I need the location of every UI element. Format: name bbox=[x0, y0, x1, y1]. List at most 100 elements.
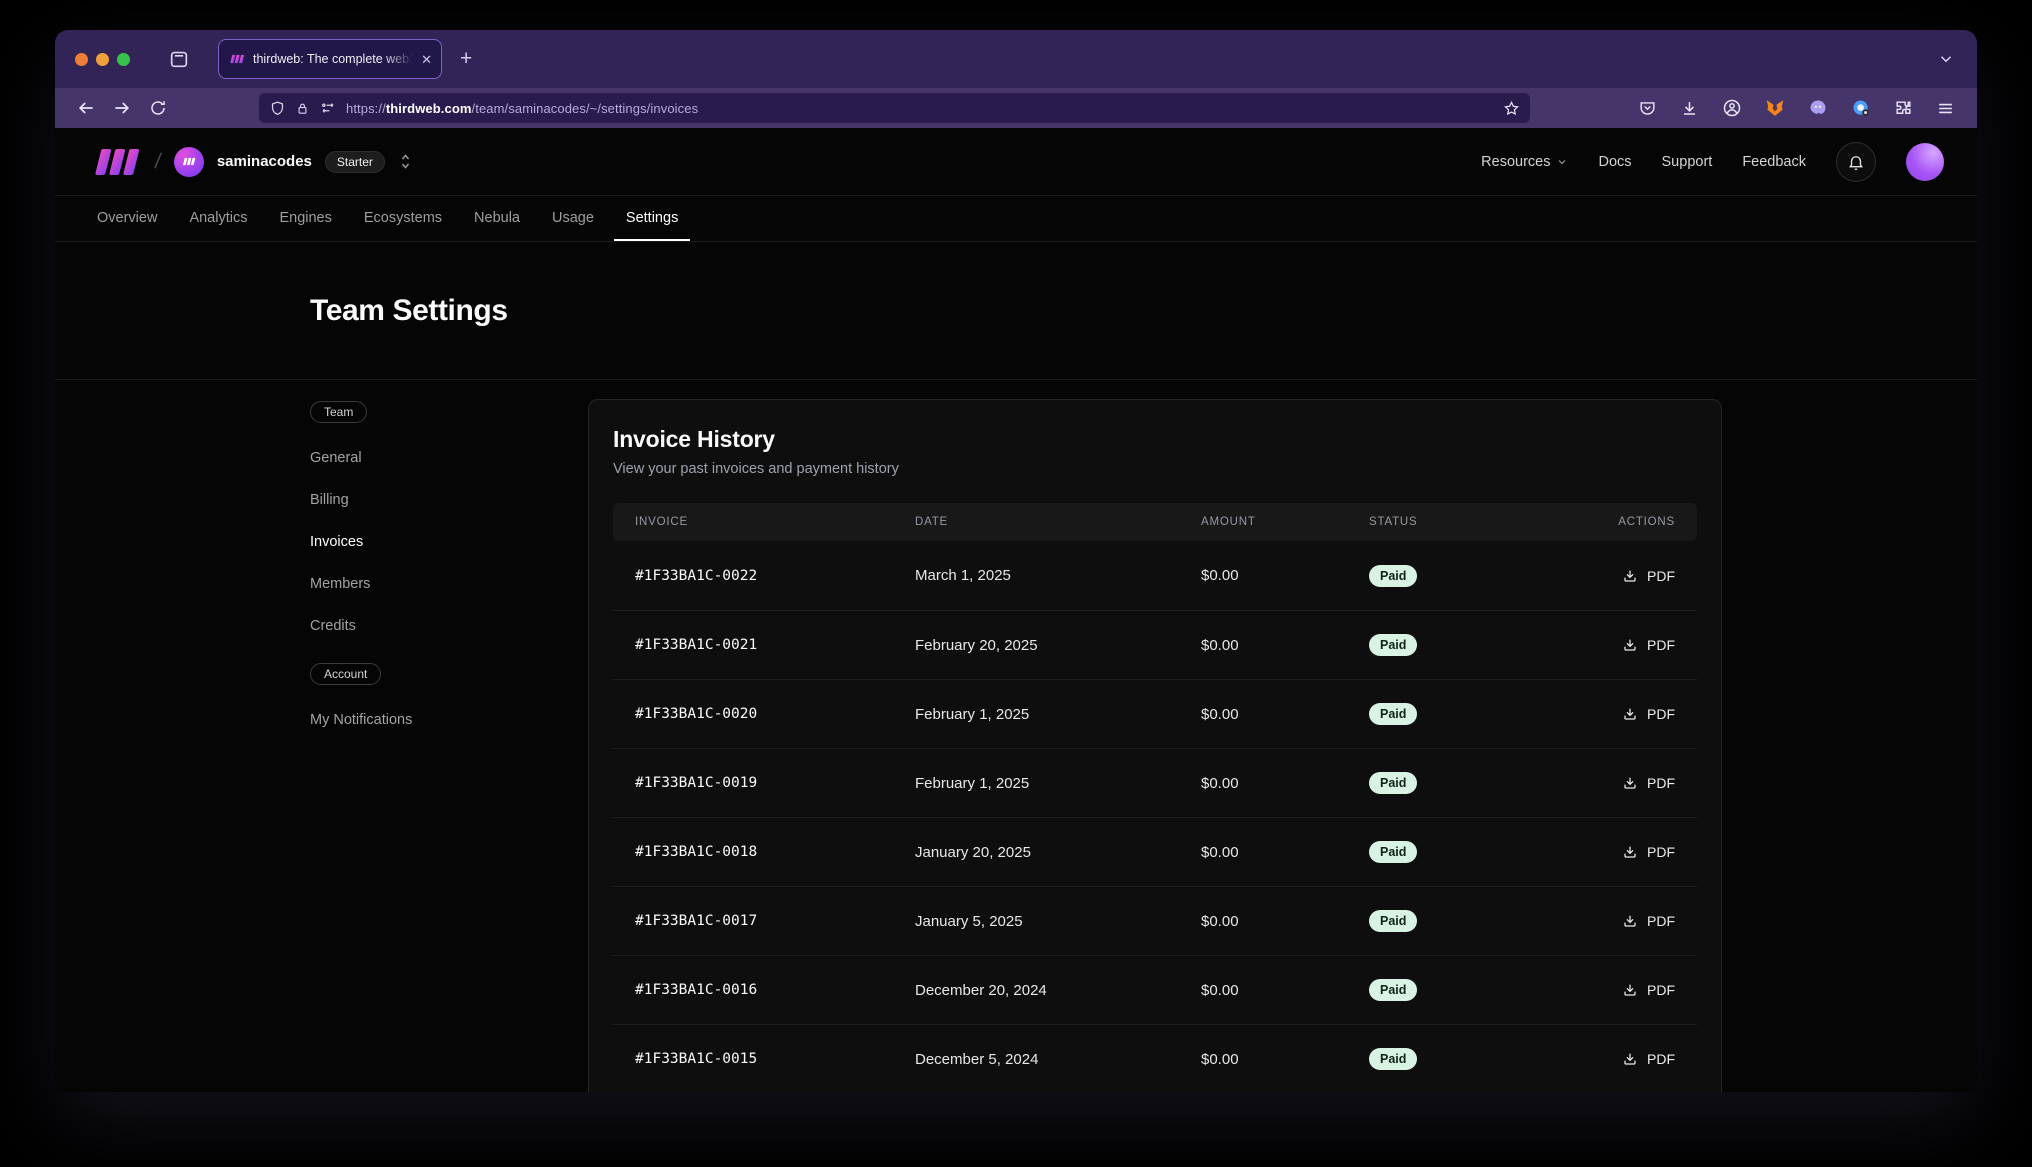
browser-extension-icons bbox=[1638, 98, 1961, 118]
permissions-icon[interactable] bbox=[319, 101, 337, 115]
team-nav-tabs: Overview Analytics Engines Ecosystems Ne… bbox=[55, 196, 1977, 242]
invoice-table-row: #1F33BA1C-0018 January 20, 2025 $0.00 Pa… bbox=[613, 817, 1697, 886]
invoice-number: #1F33BA1C-0021 bbox=[635, 637, 915, 653]
page-title: Team Settings bbox=[310, 294, 1722, 328]
invoice-status: Paid bbox=[1369, 634, 1555, 656]
invoice-status: Paid bbox=[1369, 841, 1555, 863]
team-avatar bbox=[174, 147, 204, 177]
invoice-amount: $0.00 bbox=[1201, 706, 1369, 723]
invoice-table-row: #1F33BA1C-0019 February 1, 2025 $0.00 Pa… bbox=[613, 748, 1697, 817]
sidebar-item-my-notifications[interactable]: My Notifications bbox=[310, 699, 588, 741]
tab-settings[interactable]: Settings bbox=[614, 196, 690, 241]
invoice-amount: $0.00 bbox=[1201, 775, 1369, 792]
col-invoice: INVOICE bbox=[635, 516, 915, 528]
firefox-view-icon[interactable] bbox=[168, 48, 190, 70]
invoice-table-body: #1F33BA1C-0022 March 1, 2025 $0.00 Paid … bbox=[613, 541, 1697, 1092]
invoice-number: #1F33BA1C-0017 bbox=[635, 913, 915, 929]
page-head: Team Settings bbox=[55, 242, 1977, 380]
thirdweb-logo-icon[interactable] bbox=[88, 147, 142, 177]
sidebar-item-credits[interactable]: Credits bbox=[310, 605, 588, 647]
minimize-window-button[interactable] bbox=[96, 53, 109, 66]
pdf-label: PDF bbox=[1647, 637, 1675, 653]
invoice-date: December 20, 2024 bbox=[915, 982, 1201, 999]
invoice-table-row: #1F33BA1C-0021 February 20, 2025 $0.00 P… bbox=[613, 610, 1697, 679]
header-nav: Resources Docs Support Feedback bbox=[1481, 142, 1944, 182]
breadcrumb: / saminacodes Starter bbox=[88, 147, 413, 177]
pdf-download-button[interactable]: PDF bbox=[1622, 706, 1675, 722]
status-badge-paid: Paid bbox=[1369, 772, 1417, 794]
connection-lock-icon[interactable] bbox=[295, 101, 310, 116]
tab-analytics[interactable]: Analytics bbox=[177, 196, 259, 241]
invoice-date: February 1, 2025 bbox=[915, 775, 1201, 792]
reload-icon[interactable] bbox=[143, 94, 173, 122]
nav-feedback[interactable]: Feedback bbox=[1742, 154, 1806, 170]
pdf-download-button[interactable]: PDF bbox=[1622, 775, 1675, 791]
settings-sidebar: Team General Billing Invoices Members Cr… bbox=[310, 399, 588, 1092]
tracking-protection-shield-icon[interactable] bbox=[269, 100, 286, 117]
browser-tab-active[interactable]: thirdweb: The complete web3 d ✕ bbox=[218, 39, 442, 79]
sidebar-item-members[interactable]: Members bbox=[310, 563, 588, 605]
metamask-extension-icon[interactable] bbox=[1765, 98, 1785, 118]
list-all-tabs-icon[interactable] bbox=[1937, 50, 1955, 68]
invoice-amount: $0.00 bbox=[1201, 982, 1369, 999]
download-icon bbox=[1622, 913, 1638, 929]
browser-toolbar: https://thirdweb.com/team/saminacodes/~/… bbox=[55, 88, 1977, 128]
tab-close-icon[interactable]: ✕ bbox=[421, 53, 432, 66]
pdf-download-button[interactable]: PDF bbox=[1622, 844, 1675, 860]
pdf-label: PDF bbox=[1647, 844, 1675, 860]
sidebar-item-invoices[interactable]: Invoices bbox=[310, 521, 588, 563]
bookmark-star-icon[interactable] bbox=[1503, 100, 1520, 117]
close-window-button[interactable] bbox=[75, 53, 88, 66]
browser-window: thirdweb: The complete web3 d ✕ + bbox=[55, 30, 1977, 1092]
status-badge-paid: Paid bbox=[1369, 703, 1417, 725]
sidebar-group-team: Team bbox=[310, 401, 367, 423]
tab-usage[interactable]: Usage bbox=[540, 196, 606, 241]
invoice-table-row: #1F33BA1C-0015 December 5, 2024 $0.00 Pa… bbox=[613, 1024, 1697, 1092]
pdf-download-button[interactable]: PDF bbox=[1622, 913, 1675, 929]
tab-ecosystems[interactable]: Ecosystems bbox=[352, 196, 454, 241]
tab-nebula[interactable]: Nebula bbox=[462, 196, 532, 241]
nav-support[interactable]: Support bbox=[1662, 154, 1713, 170]
site-header: / saminacodes Starter Resources Docs Sup… bbox=[55, 128, 1977, 196]
pdf-label: PDF bbox=[1647, 775, 1675, 791]
extensions-puzzle-icon[interactable] bbox=[1894, 99, 1913, 118]
phantom-extension-icon[interactable] bbox=[1808, 98, 1828, 118]
col-amount: AMOUNT bbox=[1201, 516, 1369, 528]
team-switcher-icon[interactable] bbox=[398, 153, 413, 170]
new-tab-button[interactable]: + bbox=[460, 47, 472, 71]
col-actions: ACTIONS bbox=[1618, 516, 1675, 528]
downloads-icon[interactable] bbox=[1680, 99, 1699, 118]
col-status: STATUS bbox=[1369, 516, 1555, 528]
nav-docs[interactable]: Docs bbox=[1598, 154, 1631, 170]
user-avatar[interactable] bbox=[1906, 143, 1944, 181]
invoice-table: INVOICE DATE AMOUNT STATUS ACTIONS #1F33… bbox=[613, 503, 1697, 1092]
sidebar-item-billing[interactable]: Billing bbox=[310, 479, 588, 521]
pdf-label: PDF bbox=[1647, 982, 1675, 998]
pdf-download-button[interactable]: PDF bbox=[1622, 637, 1675, 653]
nav-resources[interactable]: Resources bbox=[1481, 154, 1568, 170]
invoice-amount: $0.00 bbox=[1201, 844, 1369, 861]
pdf-label: PDF bbox=[1647, 568, 1675, 584]
download-icon bbox=[1622, 844, 1638, 860]
privacy-extension-icon[interactable] bbox=[1851, 98, 1871, 118]
tab-overview[interactable]: Overview bbox=[85, 196, 169, 241]
window-controls bbox=[75, 53, 130, 66]
account-icon[interactable] bbox=[1722, 98, 1742, 118]
invoice-amount: $0.00 bbox=[1201, 1051, 1369, 1068]
pdf-download-button[interactable]: PDF bbox=[1622, 1051, 1675, 1067]
team-name[interactable]: saminacodes bbox=[217, 153, 312, 170]
pdf-download-button[interactable]: PDF bbox=[1622, 982, 1675, 998]
tab-engines[interactable]: Engines bbox=[267, 196, 343, 241]
pocket-icon[interactable] bbox=[1638, 99, 1657, 118]
notifications-bell-icon[interactable] bbox=[1836, 142, 1876, 182]
status-badge-paid: Paid bbox=[1369, 841, 1417, 863]
pdf-download-button[interactable]: PDF bbox=[1622, 568, 1675, 584]
menu-hamburger-icon[interactable] bbox=[1936, 99, 1955, 118]
invoice-number: #1F33BA1C-0019 bbox=[635, 775, 915, 791]
address-bar[interactable]: https://thirdweb.com/team/saminacodes/~/… bbox=[259, 93, 1530, 123]
forward-icon[interactable] bbox=[107, 94, 137, 122]
invoice-status: Paid bbox=[1369, 703, 1555, 725]
back-icon[interactable] bbox=[71, 94, 101, 122]
sidebar-item-general[interactable]: General bbox=[310, 437, 588, 479]
zoom-window-button[interactable] bbox=[117, 53, 130, 66]
